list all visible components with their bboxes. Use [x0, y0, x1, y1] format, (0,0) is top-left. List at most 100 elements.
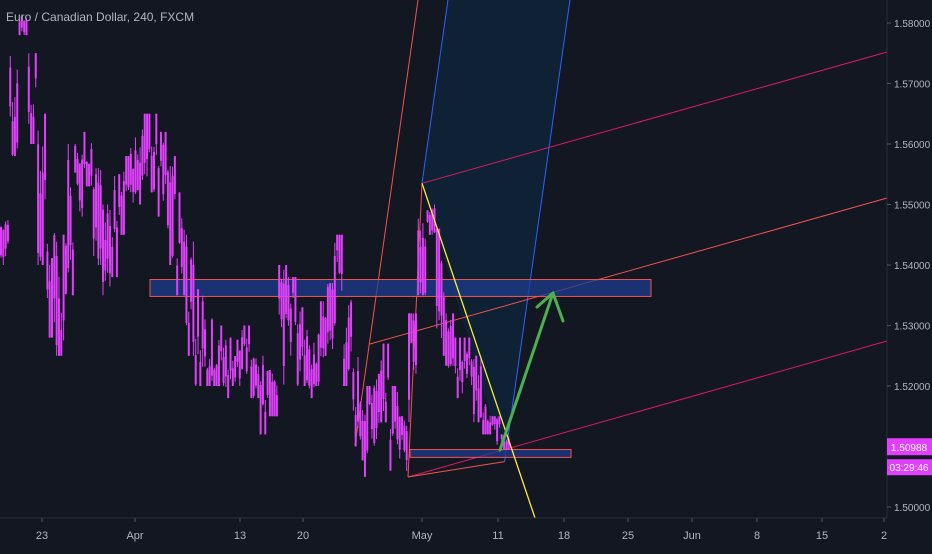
- candle-body: [275, 394, 278, 417]
- candle-body: [250, 366, 253, 399]
- candle-body: [294, 277, 297, 322]
- x-tick-label: May: [412, 530, 433, 542]
- candle-body: [178, 192, 181, 243]
- candle-body: [292, 277, 295, 293]
- candle-body: [150, 155, 153, 193]
- candle-body: [95, 174, 98, 228]
- candle-body: [206, 369, 209, 386]
- candle-body: [468, 337, 471, 358]
- candle-body: [155, 113, 158, 144]
- candle-body: [312, 354, 315, 385]
- candle-body: [146, 113, 149, 160]
- candle-body: [352, 372, 355, 400]
- candle-body: [373, 387, 376, 443]
- candle-body: [248, 325, 251, 345]
- candle-body: [310, 369, 313, 399]
- candle-body: [185, 246, 188, 323]
- y-tick-label: 1.53000: [894, 322, 931, 333]
- candle-body: [236, 339, 239, 363]
- candle-body: [4, 224, 7, 249]
- candle-body: [391, 386, 394, 434]
- candle-body: [343, 358, 346, 386]
- candle-body: [60, 329, 63, 356]
- chart-area[interactable]: 1.58000 1.57000 1.56000 1.55000 1.54000 1.530…: [0, 0, 932, 550]
- candle-body: [296, 333, 299, 385]
- candle-body: [477, 388, 480, 423]
- candle-body: [41, 172, 44, 265]
- candle-body: [282, 283, 285, 366]
- candle-body: [132, 169, 135, 192]
- candle-body: [234, 356, 237, 378]
- candle-body: [435, 228, 438, 306]
- price-chart[interactable]: 1.58000 1.57000 1.56000 1.55000 1.54000 1.530…: [0, 0, 932, 550]
- candle-body: [197, 289, 200, 337]
- candle-body: [215, 365, 218, 386]
- candle-body: [78, 163, 81, 201]
- candle-body: [37, 144, 40, 254]
- candle-body: [285, 265, 288, 315]
- candle-body: [271, 381, 274, 417]
- candle-body: [359, 403, 362, 437]
- candle-body: [164, 131, 167, 176]
- x-tick-label: 20: [297, 530, 309, 542]
- x-tick-label: 25: [622, 530, 634, 542]
- candle-body: [347, 317, 350, 369]
- candle-body: [324, 318, 327, 356]
- candle-body: [266, 370, 269, 395]
- candle-body: [308, 349, 311, 386]
- x-tick-label: 18: [558, 530, 570, 542]
- candle-body: [190, 259, 193, 302]
- candle-body: [255, 364, 257, 386]
- candle-body: [53, 235, 56, 299]
- candle-body: [338, 234, 341, 273]
- candle-body: [326, 286, 329, 333]
- candle-body: [306, 336, 308, 381]
- candle-body: [243, 325, 246, 345]
- candle-body: [220, 325, 223, 352]
- candle-body: [231, 368, 234, 386]
- candle-body: [229, 337, 232, 371]
- y-tick-label: 1.56000: [894, 140, 931, 151]
- candle-body: [55, 256, 58, 346]
- candle-body: [394, 386, 397, 422]
- candle-body: [204, 329, 206, 357]
- candle-body: [486, 421, 489, 435]
- candle-body: [148, 113, 151, 150]
- candle-body: [384, 401, 387, 423]
- x-tick-label: Apr: [126, 530, 143, 542]
- candle-body: [194, 355, 197, 385]
- candle-body: [408, 313, 410, 400]
- candle-body: [268, 370, 271, 417]
- candle-body: [88, 163, 91, 187]
- candle-body: [217, 345, 220, 386]
- candle-body: [470, 361, 473, 377]
- x-tick-label: 11: [492, 530, 503, 542]
- candle-body: [459, 337, 461, 371]
- candle-body: [90, 149, 93, 176]
- y-tick-label: 1.52000: [894, 382, 931, 393]
- candle-body: [118, 174, 121, 208]
- candle-body: [472, 366, 475, 415]
- zone-rect: [409, 449, 572, 458]
- candle-body: [412, 320, 415, 362]
- candle-body: [173, 156, 176, 194]
- candle-body: [417, 230, 420, 296]
- candle-body: [438, 228, 441, 312]
- candle-body: [102, 209, 104, 282]
- zone-rect: [149, 279, 652, 297]
- candle-body: [71, 249, 74, 296]
- x-tick-label: 23: [36, 530, 48, 542]
- candle-body: [125, 156, 128, 185]
- candle-body: [67, 159, 70, 269]
- candle-body: [366, 386, 369, 451]
- candle-body: [465, 353, 468, 374]
- candle-body: [498, 416, 501, 425]
- candle-body: [447, 331, 450, 366]
- candle-body: [421, 237, 424, 296]
- candle-body: [354, 414, 357, 447]
- candle-body: [410, 313, 413, 343]
- candle-body: [424, 246, 427, 293]
- y-tick-label: 1.58000: [894, 19, 931, 30]
- candle-body: [127, 156, 130, 188]
- candle-body: [11, 121, 14, 155]
